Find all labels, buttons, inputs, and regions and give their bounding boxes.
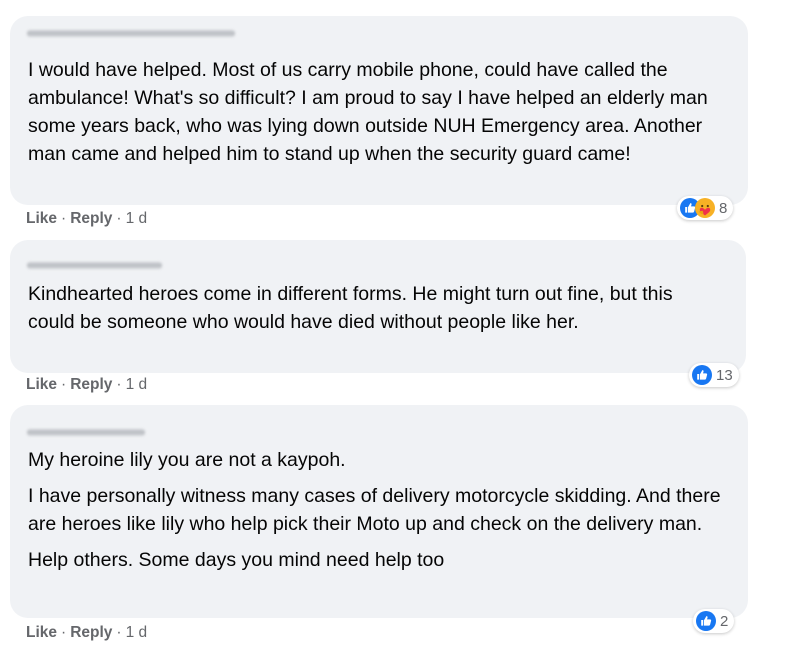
- comment-paragraph: I have personally witness many cases of …: [28, 485, 721, 535]
- author-name-blurred: [27, 262, 162, 269]
- comment-bubble: I would have helped. Most of us carry mo…: [10, 16, 748, 205]
- comment-bubble: My heroine lily you are not a kaypoh. I …: [10, 405, 748, 618]
- author-name-blurred: [27, 429, 145, 436]
- reactions-summary[interactable]: 8: [677, 196, 734, 220]
- reply-button[interactable]: Reply: [70, 624, 112, 641]
- like-button[interactable]: Like: [26, 624, 57, 641]
- author-name-blurred: [27, 30, 235, 37]
- timestamp[interactable]: 1 d: [126, 624, 148, 641]
- comment-text: I would have helped. Most of us carry mo…: [28, 56, 726, 168]
- reaction-count: 2: [720, 612, 729, 630]
- comment-paragraph: Kindhearted heroes come in different for…: [28, 283, 673, 333]
- comment-text: My heroine lily you are not a kaypoh. I …: [28, 446, 726, 574]
- comment-paragraph: My heroine lily you are not a kaypoh.: [28, 449, 346, 471]
- reactions-summary[interactable]: 2: [693, 609, 735, 633]
- like-button[interactable]: Like: [26, 376, 57, 393]
- timestamp[interactable]: 1 d: [126, 376, 148, 393]
- comment-text: Kindhearted heroes come in different for…: [28, 280, 724, 336]
- like-icon: [696, 611, 716, 631]
- comment-actions: Like · Reply · 1 d: [26, 624, 148, 641]
- comment-bubble: Kindhearted heroes come in different for…: [10, 240, 746, 373]
- reply-button[interactable]: Reply: [70, 376, 112, 393]
- comment-paragraph: Help others. Some days you mind need hel…: [28, 549, 445, 571]
- reply-button[interactable]: Reply: [70, 210, 112, 227]
- reactions-summary[interactable]: 13: [689, 363, 739, 387]
- reaction-count: 13: [716, 366, 733, 384]
- comment-actions: Like · Reply · 1 d: [26, 376, 148, 393]
- comment-actions: Like · Reply · 1 d: [26, 210, 148, 227]
- like-icon: [692, 365, 712, 385]
- timestamp[interactable]: 1 d: [126, 210, 148, 227]
- care-icon: [695, 198, 715, 218]
- reaction-count: 8: [719, 199, 728, 217]
- comment-paragraph: I would have helped. Most of us carry mo…: [28, 59, 708, 165]
- like-button[interactable]: Like: [26, 210, 57, 227]
